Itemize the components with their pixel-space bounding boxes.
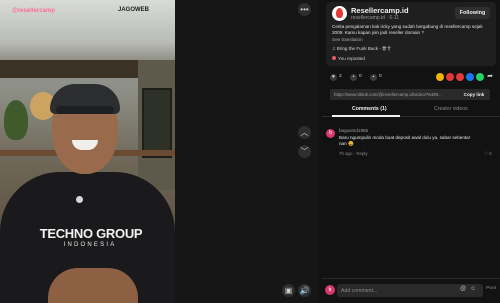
save-stat[interactable]: ▪ 0 [370,73,382,83]
video-person-cap-brim [56,106,114,114]
mention-icon[interactable]: @ [460,286,466,292]
music-link[interactable]: ♫ Bring the Funk Back - 卌卄 [332,46,391,52]
next-video-icon[interactable]: ﹀ [298,145,311,158]
copy-link-button[interactable]: Copy link [458,89,490,100]
share-facebook-icon[interactable] [466,73,474,81]
heart-icon: ♥ [330,74,337,81]
reposted-indicator: You reposted [332,56,365,61]
tab-comments[interactable]: Comments (1) [352,106,387,112]
video-url-row: https://www.tiktok.com/@resellercamp.id/… [330,89,490,100]
share-more-icon[interactable]: ➦ [486,73,494,81]
previous-video-icon[interactable]: ︿ [298,126,311,139]
comment-avatar[interactable]: b [326,129,335,138]
video-caption: Cerita pengalaman kak ricky yang sudah b… [332,24,483,35]
shirt-text: TECHNO GROUP [39,226,143,241]
video-watermark-left: @resellercamp [12,8,55,14]
emoji-icon[interactable]: ☺ [470,286,476,292]
details-panel: Resellercamp.id resellercamp.id · 6-11 F… [322,0,500,303]
share-embed-icon[interactable] [436,73,444,81]
shirt-subtext: INDONESIA [63,242,117,248]
my-avatar: b [325,285,335,295]
share-repost-icon[interactable] [456,73,464,81]
share-send-icon[interactable] [446,73,454,81]
more-options-icon[interactable]: ••• [298,3,311,16]
account-avatar[interactable] [332,6,347,21]
bookmark-icon: ▪ [370,74,377,81]
comment-stat[interactable]: • 0 [350,73,362,83]
following-button[interactable]: Following [455,7,490,19]
flame-logo-icon [336,8,343,18]
comment-item: b bagusmd1965 Baru ngumpulin moda buat d… [326,126,496,160]
video-watermark-right: JAGOWEB [118,7,150,13]
comment-count: 0 [359,74,362,79]
comment-text: Baru ngumpulin moda buat deposit awal du… [339,135,471,146]
tab-creator-videos[interactable]: Creator videos [434,106,468,112]
comment-meta[interactable]: 7h ago · Reply [339,151,368,156]
post-button[interactable]: Post [486,286,496,291]
video-scene-window [142,88,172,158]
tiktok-video-page: TECHNO GROUP INDONESIA @resellercamp JAG… [0,0,500,303]
video-frame[interactable]: TECHNO GROUP INDONESIA @resellercamp JAG… [0,0,175,303]
comment-like-button[interactable]: ♡ 0 [484,151,492,157]
active-tab-underline [332,115,400,117]
repost-icon [332,56,336,60]
video-player[interactable]: TECHNO GROUP INDONESIA @resellercamp JAG… [0,0,318,303]
stats-row: ♥ 2 • 0 ▪ 0 ➦ [330,73,494,83]
comment-username[interactable]: bagusmd1965 [339,128,368,133]
shirt-logo-dot [76,196,83,203]
video-person-hands [48,268,138,303]
save-count: 0 [379,74,382,79]
like-stat[interactable]: ♥ 2 [330,73,342,83]
volume-icon[interactable]: 🔊 [298,284,311,297]
account-name[interactable]: Resellercamp.id [351,6,409,15]
tabs: Comments (1) Creator videos [322,103,500,117]
comment-composer: b @ ☺ Post [322,278,500,303]
video-scene-plant [4,100,28,140]
see-translation-link[interactable]: See translation [332,37,363,42]
account-handle: resellercamp.id · 6-11 [351,15,399,21]
video-info-card: Resellercamp.id resellercamp.id · 6-11 F… [326,2,496,66]
share-whatsapp-icon[interactable] [476,73,484,81]
video-url[interactable]: https://www.tiktok.com/@resellercamp.id/… [334,92,456,97]
like-count: 2 [339,74,342,79]
picture-in-picture-icon[interactable]: ▣ [282,284,295,297]
comment-icon: • [350,74,357,81]
reposted-label: You reposted [338,56,365,61]
